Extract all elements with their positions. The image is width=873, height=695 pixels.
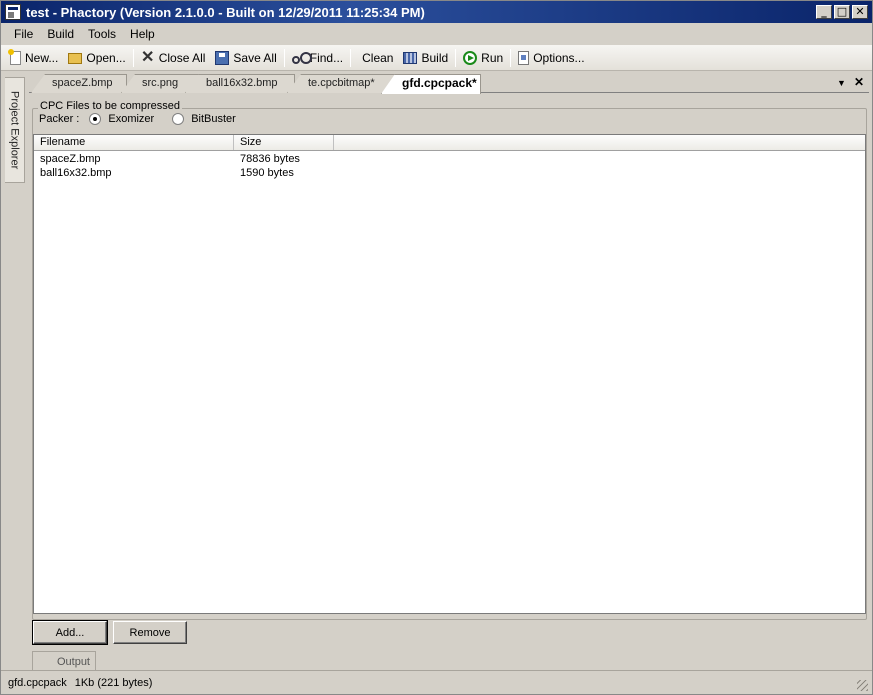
close-tab-icon[interactable]: ✕ xyxy=(854,75,864,91)
status-bar: gfd.cpcpack 1Kb (221 bytes) xyxy=(1,672,872,694)
size-cell: 78836 bytes xyxy=(240,153,300,165)
divider xyxy=(1,670,872,671)
build-icon xyxy=(403,51,418,64)
remove-button-label: Remove xyxy=(129,626,171,639)
size-cell: 1590 bytes xyxy=(240,167,294,179)
menu-tools[interactable]: Tools xyxy=(81,27,123,41)
save-all-button[interactable]: Save All xyxy=(210,47,281,69)
main-window: test - Phactory (Version 2.1.0.0 - Built… xyxy=(0,0,873,695)
open-button-label: Open... xyxy=(86,50,126,65)
project-explorer-label: Project Explorer xyxy=(8,90,21,170)
document-tabs: spaceZ.bmp src.png ball16x32.bmp te.cpcb… xyxy=(29,73,869,94)
minimize-button[interactable]: _ xyxy=(816,5,832,19)
open-button[interactable]: Open... xyxy=(63,47,130,69)
add-button[interactable]: Add... xyxy=(32,620,108,645)
new-button[interactable]: New... xyxy=(5,47,63,69)
tab-label: gfd.cpcpack* xyxy=(402,76,477,90)
exomizer-radio[interactable] xyxy=(89,113,102,125)
column-size[interactable]: Size xyxy=(234,135,334,150)
new-button-label: New... xyxy=(25,50,59,65)
app-icon[interactable] xyxy=(5,4,21,20)
new-file-icon xyxy=(8,48,21,65)
close-icon: ✕ xyxy=(141,48,155,66)
remove-button[interactable]: Remove xyxy=(113,621,187,644)
toolbar-separator xyxy=(510,48,512,67)
tab-gfd-cpcpack[interactable]: gfd.cpcpack* xyxy=(381,74,481,94)
toolbar-separator xyxy=(283,48,285,67)
close-all-button[interactable]: ✕ Close All xyxy=(136,47,211,69)
add-button-label: Add... xyxy=(55,626,85,639)
window-controls: _ □ ✕ xyxy=(816,5,868,19)
exomizer-label[interactable]: Exomizer xyxy=(108,113,154,125)
build-button[interactable]: Build xyxy=(398,47,453,69)
window-title: test - Phactory (Version 2.1.0.0 - Built… xyxy=(26,4,425,20)
bitbuster-radio[interactable] xyxy=(172,113,185,125)
title-bar: test - Phactory (Version 2.1.0.0 - Built… xyxy=(1,1,872,23)
tab-spacez-bmp[interactable]: spaceZ.bmp xyxy=(31,74,127,93)
options-icon xyxy=(518,50,530,65)
filename-cell: spaceZ.bmp xyxy=(40,153,101,165)
status-size: 1Kb (221 bytes) xyxy=(74,677,153,689)
tab-label: spaceZ.bmp xyxy=(52,77,113,89)
table-row[interactable]: ball16x32.bmp 1590 bytes xyxy=(34,166,865,180)
file-list[interactable]: Filename Size spaceZ.bmp 78836 bytes bal… xyxy=(33,134,866,614)
options-button-label: Options... xyxy=(533,50,585,65)
group-title: CPC Files to be compressed xyxy=(38,100,182,112)
project-explorer-tab[interactable]: Project Explorer xyxy=(5,77,25,183)
binoculars-icon xyxy=(291,51,312,64)
build-button-label: Build xyxy=(421,50,449,65)
close-window-button[interactable]: ✕ xyxy=(852,5,868,19)
close-all-button-label: Close All xyxy=(158,50,206,65)
tab-list-dropdown-icon[interactable]: ▼ xyxy=(837,75,846,91)
file-list-header: Filename Size xyxy=(34,135,865,151)
toolbar-separator xyxy=(132,48,134,67)
packer-label: Packer : xyxy=(39,113,80,125)
menu-bar: File Build Tools Help xyxy=(1,24,872,44)
toolbar-separator xyxy=(455,48,457,67)
tab-te-cpcbitmap[interactable]: te.cpcbitmap* xyxy=(287,74,397,93)
resize-grip-icon[interactable] xyxy=(857,680,868,691)
find-button-label: Find... xyxy=(309,50,344,65)
tab-label: src.png xyxy=(142,77,179,89)
find-button[interactable]: Find... xyxy=(287,47,348,69)
tab-ball16x32-bmp[interactable]: ball16x32.bmp xyxy=(185,74,295,93)
clean-button[interactable]: Clean xyxy=(353,47,398,69)
maximize-button[interactable]: □ xyxy=(834,5,850,19)
packer-row: Packer : Exomizer BitBuster xyxy=(39,113,236,125)
output-tab-label: Output xyxy=(56,655,90,668)
bitbuster-label[interactable]: BitBuster xyxy=(191,113,236,125)
output-tab[interactable]: Output xyxy=(32,651,96,671)
run-button-label: Run xyxy=(481,50,504,65)
options-button[interactable]: Options... xyxy=(513,47,589,69)
status-file: gfd.cpcpack xyxy=(8,677,67,689)
save-all-icon xyxy=(215,50,230,65)
toolbar-separator xyxy=(350,48,352,67)
play-icon xyxy=(463,50,478,65)
column-filename[interactable]: Filename xyxy=(34,135,234,150)
menu-help[interactable]: Help xyxy=(123,27,162,41)
tab-controls: ▼ ✕ xyxy=(837,75,864,91)
column-filler xyxy=(334,135,865,150)
tab-label: te.cpcbitmap* xyxy=(308,77,375,89)
clean-button-label: Clean xyxy=(362,50,394,65)
filename-cell: ball16x32.bmp xyxy=(40,167,112,179)
toolbar: New... Open... ✕ Close All Save All Find… xyxy=(1,45,872,71)
run-button[interactable]: Run xyxy=(458,47,508,69)
menu-build[interactable]: Build xyxy=(40,27,81,41)
menu-file[interactable]: File xyxy=(7,27,40,41)
tab-label: ball16x32.bmp xyxy=(206,77,278,89)
save-all-button-label: Save All xyxy=(233,50,277,65)
table-row[interactable]: spaceZ.bmp 78836 bytes xyxy=(34,152,865,166)
folder-open-icon xyxy=(68,53,83,64)
